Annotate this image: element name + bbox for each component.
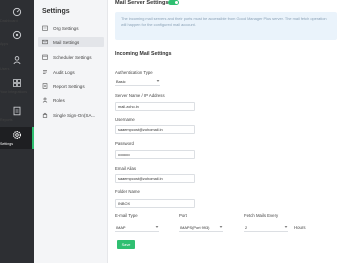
- auth-type-value: Basic: [116, 78, 126, 84]
- app-rail: Dashboard Apps Users Your Integrations R…: [0, 0, 34, 263]
- rail-label: Dashboard: [0, 19, 18, 23]
- sidebar-item-scheduler-settings[interactable]: Scheduler Settings: [38, 52, 104, 62]
- sidebar-item-label: Report Settings: [53, 83, 85, 89]
- rail-label: Your Integrations: [0, 90, 28, 94]
- scheduler-icon: [42, 54, 48, 60]
- email-type-value: IMAP: [116, 224, 126, 230]
- sidebar-item-mail-settings[interactable]: Mail Settings: [38, 37, 104, 47]
- folder-input[interactable]: INBOX: [115, 199, 195, 208]
- settings-icon: [12, 130, 22, 140]
- mail-server-toggle[interactable]: [168, 0, 179, 5]
- folder-label: Folder Name: [115, 189, 140, 194]
- apps-icon: [12, 30, 22, 40]
- port-label: Port: [179, 213, 187, 218]
- email-alias-input[interactable]: saaempcost@zohomail.in: [115, 174, 195, 183]
- rail-item-dashboard[interactable]: Dashboard: [0, 7, 34, 23]
- roles-icon: [42, 97, 48, 103]
- chevron-down-icon: [156, 80, 160, 82]
- email-type-select[interactable]: IMAP: [115, 223, 159, 232]
- rail-item-integrations[interactable]: Your Integrations: [0, 78, 34, 98]
- sidebar-item-label: Single Sign-On(SA...: [53, 112, 96, 118]
- rail-item-apps[interactable]: Apps: [0, 30, 34, 46]
- save-button[interactable]: Save: [117, 240, 135, 249]
- main-content: Mail Server Settings The incoming mail s…: [108, 0, 350, 263]
- chevron-down-icon: [219, 226, 223, 228]
- password-input[interactable]: ••••••••••: [115, 150, 195, 159]
- report-settings-icon: [42, 83, 48, 89]
- email-type-label: E-mail Type: [115, 213, 138, 218]
- sidebar-item-org-settings[interactable]: Org Settings: [38, 23, 104, 33]
- server-input[interactable]: mail.zoho.in: [115, 102, 195, 111]
- info-banner: The incoming mail servers and their port…: [115, 12, 337, 40]
- email-alias-label: Email Alias: [115, 166, 137, 171]
- sidebar-item-label: Org Settings: [53, 25, 79, 31]
- rail-label: Settings: [0, 142, 13, 146]
- page-title: Mail Server Settings: [115, 0, 169, 6]
- chevron-down-icon: [284, 226, 288, 228]
- rail-label: Apps: [0, 42, 9, 46]
- rail-label: Users: [0, 67, 10, 71]
- dashboard-icon: [12, 7, 22, 17]
- sso-icon: [42, 112, 48, 118]
- server-label: Server Name / IP Address: [115, 93, 165, 98]
- sidebar-item-label: Scheduler Settings: [53, 54, 92, 60]
- mail-icon: [42, 39, 48, 45]
- fetch-interval-value: 2: [245, 224, 248, 230]
- org-icon: [42, 25, 48, 31]
- rail-item-reports[interactable]: Reports: [0, 106, 34, 122]
- fetch-unit: Hours: [294, 225, 306, 230]
- auth-type-select[interactable]: Basic: [115, 77, 160, 86]
- sidebar-item-label: Mail Settings: [53, 39, 80, 45]
- fetch-label: Fetch Mails Every: [244, 213, 279, 218]
- sidebar-item-sso[interactable]: Single Sign-On(SA...: [38, 110, 104, 120]
- settings-sidebar: Settings Org Settings Mail Settings Sche…: [34, 0, 108, 263]
- sidebar-item-roles[interactable]: Roles: [38, 95, 104, 105]
- audit-icon: [43, 70, 47, 74]
- sidebar-item-report-settings[interactable]: Report Settings: [38, 81, 104, 91]
- password-label: Password: [115, 141, 134, 146]
- reports-icon: [13, 106, 21, 116]
- rail-item-users[interactable]: Users: [0, 55, 34, 71]
- users-icon: [13, 56, 21, 65]
- integrations-icon: [13, 79, 21, 87]
- sidebar-title: Settings: [42, 8, 70, 15]
- fetch-interval-select[interactable]: 2: [244, 223, 288, 232]
- sidebar-item-label: Roles: [53, 97, 65, 103]
- section-title: Incoming Mail Settings: [115, 51, 172, 57]
- auth-type-label: Authentication Type: [115, 70, 153, 75]
- port-select[interactable]: IMAPS(Port 993): [179, 223, 223, 232]
- rail-label: Reports: [0, 118, 13, 122]
- sidebar-item-audit-logs[interactable]: Audit Logs: [38, 67, 104, 77]
- sidebar-item-label: Audit Logs: [53, 69, 75, 75]
- chevron-down-icon: [155, 226, 159, 228]
- port-value: IMAPS(Port 993): [180, 224, 210, 230]
- username-input[interactable]: saaempcost@zohomail.in: [115, 125, 195, 134]
- username-label: Username: [115, 117, 135, 122]
- rail-item-settings[interactable]: Settings: [0, 127, 34, 149]
